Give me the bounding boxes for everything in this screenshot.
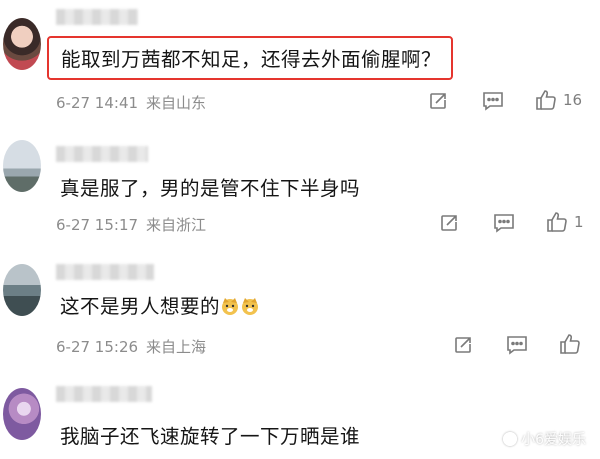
comment-text: 真是服了，男的是管不住下半身吗 xyxy=(60,177,361,200)
reply-button[interactable] xyxy=(506,334,528,356)
thumbs-up-icon xyxy=(536,90,556,110)
like-button[interactable]: 16 xyxy=(535,89,582,111)
comment-date: 6-27 15:17 xyxy=(56,216,139,234)
comment-item: 这不是男人想要的 6-27 15:26 来自上海 xyxy=(0,250,600,368)
like-count: 16 xyxy=(563,91,583,109)
watermark: 小6爱娱乐 xyxy=(503,429,586,449)
comment-meta: 6-27 14:41 来自山东 xyxy=(56,92,214,113)
comment-text: 能取到万茜都不知足，还得去外面偷腥啊？ xyxy=(47,36,454,80)
like-count: 1 xyxy=(574,213,584,231)
avatar[interactable] xyxy=(3,18,41,70)
thumbs-up-icon xyxy=(547,212,567,232)
like-button[interactable] xyxy=(559,333,587,355)
comment-date: 6-27 14:41 xyxy=(56,94,139,112)
comment-icon xyxy=(494,214,514,233)
comment-item: 真是服了，男的是管不住下半身吗 6-27 15:17 来自浙江 1 xyxy=(0,128,600,246)
comment-meta: 6-27 15:17 来自浙江 xyxy=(56,214,214,235)
share-icon xyxy=(455,337,471,353)
avatar[interactable] xyxy=(3,388,41,440)
like-button[interactable]: 1 xyxy=(546,211,584,233)
comment-meta: 6-27 15:26 来自上海 xyxy=(56,336,214,357)
reply-button[interactable] xyxy=(482,90,504,112)
share-icon xyxy=(441,215,457,231)
username-blurred[interactable] xyxy=(56,386,152,402)
comment-item: 能取到万茜都不知足，还得去外面偷腥啊？ 6-27 14:41 来自山东 16 xyxy=(0,0,600,118)
share-button[interactable] xyxy=(453,334,473,356)
dog-face-emoji xyxy=(242,298,259,315)
reply-button[interactable] xyxy=(493,212,515,234)
comment-icon xyxy=(483,92,503,111)
share-button[interactable] xyxy=(428,90,448,112)
avatar[interactable] xyxy=(3,140,41,192)
dog-face-emoji xyxy=(222,298,239,315)
comment-location: 来自上海 xyxy=(146,338,207,356)
username-blurred[interactable] xyxy=(56,146,148,162)
avatar[interactable] xyxy=(3,264,41,316)
watermark-logo-icon xyxy=(503,432,518,446)
comment-icon xyxy=(507,336,527,355)
comment-text: 这不是男人想要的 xyxy=(60,290,260,319)
share-icon xyxy=(430,93,446,109)
thumbs-up-icon xyxy=(560,334,580,354)
username-blurred[interactable] xyxy=(56,264,154,280)
username-blurred[interactable] xyxy=(56,9,138,25)
comment-text: 我脑子还飞速旋转了一下万晒是谁 xyxy=(60,425,361,448)
comment-location: 来自山东 xyxy=(146,94,207,112)
comment-date: 6-27 15:26 xyxy=(56,338,139,356)
comment-location: 来自浙江 xyxy=(146,216,207,234)
share-button[interactable] xyxy=(439,212,459,234)
